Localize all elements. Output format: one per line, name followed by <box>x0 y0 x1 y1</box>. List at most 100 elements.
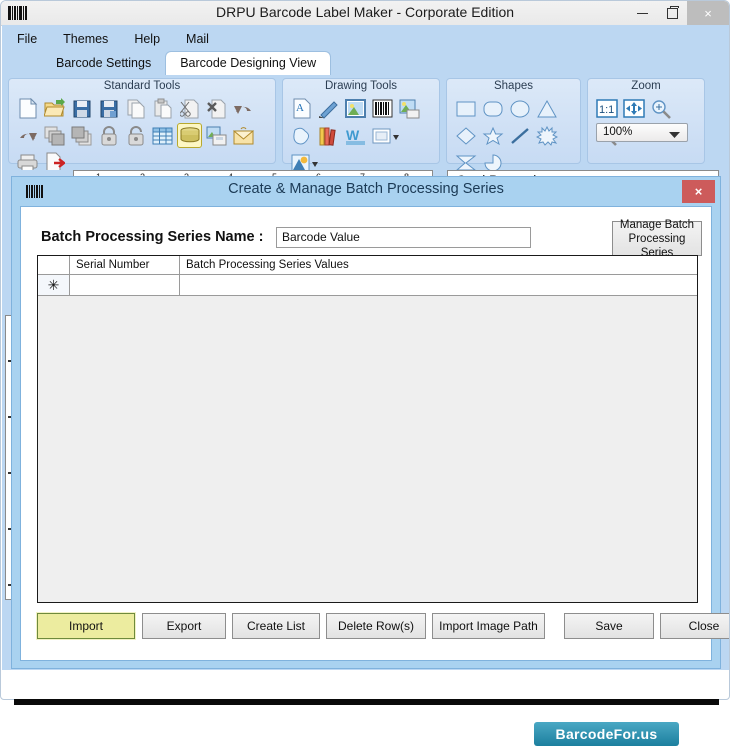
delete-rows-button[interactable]: Delete Row(s) <box>326 613 426 639</box>
fit-to-window-icon[interactable] <box>621 96 646 121</box>
group-title: Shapes <box>493 80 533 92</box>
burst-icon[interactable] <box>534 123 559 148</box>
table-row[interactable]: ✳ <box>38 275 697 296</box>
group-title: Zoom <box>631 80 661 92</box>
dialog-titlebar: Create & Manage Batch Processing Series … <box>12 177 720 206</box>
tab-barcode-designing-view[interactable]: Barcode Designing View <box>165 51 332 75</box>
barcode-tool-icon[interactable] <box>370 96 395 121</box>
undo-icon[interactable] <box>231 96 256 121</box>
minimize-button[interactable] <box>627 1 657 25</box>
tab-barcode-settings[interactable]: Barcode Settings <box>42 52 165 75</box>
save-button[interactable]: Save <box>564 613 654 639</box>
triangle-icon[interactable] <box>534 96 559 121</box>
menubar: File Themes Help Mail <box>12 28 214 50</box>
cell-series-value[interactable] <box>180 275 697 295</box>
cut-icon[interactable] <box>177 96 202 121</box>
window-title: DRPU Barcode Label Maker - Corporate Edi… <box>215 4 515 20</box>
picture-tool-icon[interactable] <box>343 96 368 121</box>
lock-icon[interactable] <box>96 123 121 148</box>
cell-serial-number[interactable] <box>70 275 180 295</box>
series-name-input[interactable]: Barcode Value <box>276 227 531 248</box>
svg-text:W: W <box>346 127 360 143</box>
chevron-down-icon <box>669 128 680 145</box>
save-icon[interactable] <box>69 96 94 121</box>
watermark-icon[interactable] <box>397 96 422 121</box>
unlock-icon[interactable] <box>123 123 148 148</box>
delete-icon[interactable] <box>204 96 229 121</box>
batch-series-icon[interactable] <box>177 123 202 148</box>
grid-header-selector <box>38 256 70 274</box>
zoom-level-value: 100% <box>603 126 633 138</box>
dialog-title: Create & Manage Batch Processing Series <box>228 181 504 197</box>
group-icons <box>452 95 575 176</box>
table-grid-icon[interactable] <box>150 123 175 148</box>
new-document-icon[interactable] <box>15 96 40 121</box>
grid-header-series-values: Batch Processing Series Values <box>180 256 697 274</box>
window-shadow <box>14 699 719 705</box>
group-title: Standard Tools <box>103 80 181 92</box>
export-image-icon[interactable] <box>204 123 229 148</box>
grid-header-row: Serial Number Batch Processing Series Va… <box>38 256 697 275</box>
save-as-icon[interactable] <box>96 96 121 121</box>
menu-and-tabs-band: File Themes Help Mail Barcode Settings B… <box>2 25 729 173</box>
signature-tool-icon[interactable] <box>316 96 341 121</box>
frame-dropdown-icon[interactable] <box>370 123 402 148</box>
menu-item-file[interactable]: File <box>12 30 42 48</box>
dialog-close-button[interactable]: × <box>682 180 715 203</box>
rounded-rectangle-icon[interactable] <box>480 96 505 121</box>
email-icon[interactable] <box>231 123 256 148</box>
menu-item-mail[interactable]: Mail <box>181 30 214 48</box>
paste-icon[interactable] <box>150 96 175 121</box>
close-button[interactable]: Close <box>660 613 729 639</box>
redo-icon[interactable] <box>15 123 40 148</box>
manage-button-line1: Manage Batch <box>619 218 695 231</box>
batch-processing-dialog: Create & Manage Batch Processing Series … <box>11 176 729 669</box>
svg-text:A: A <box>296 102 304 114</box>
dialog-button-row: Import Export Create List Delete Row(s) … <box>36 612 729 641</box>
ellipse-icon[interactable] <box>507 96 532 121</box>
actual-size-icon[interactable]: 1:1 <box>594 96 619 121</box>
rectangle-icon[interactable] <box>453 96 478 121</box>
ribbon-group-zoom: Zoom 1:1 100% <box>587 78 705 164</box>
watermark-badge: BarcodeFor.us <box>534 722 679 746</box>
zoom-in-icon[interactable] <box>648 96 673 121</box>
menu-item-help[interactable]: Help <box>129 30 165 48</box>
ribbon-group-drawing-tools: Drawing Tools A W <box>282 78 440 171</box>
create-list-button[interactable]: Create List <box>232 613 320 639</box>
tab-strip: Barcode Settings Barcode Designing View <box>42 51 332 75</box>
open-folder-icon[interactable] <box>42 96 67 121</box>
window-controls: × <box>627 1 729 25</box>
window-titlebar: DRPU Barcode Label Maker - Corporate Edi… <box>1 1 729 26</box>
batch-series-grid[interactable]: Serial Number Batch Processing Series Va… <box>37 255 698 603</box>
zoom-level-select[interactable]: 100% <box>596 123 688 142</box>
new-row-marker: ✳ <box>38 275 70 295</box>
diamond-icon[interactable] <box>453 123 478 148</box>
group-title: Drawing Tools <box>324 80 397 92</box>
import-image-path-button[interactable]: Import Image Path <box>432 613 545 639</box>
series-name-value: Barcode Value <box>282 230 360 244</box>
series-name-label: Batch Processing Series Name : <box>41 229 264 245</box>
import-button[interactable]: Import <box>36 612 136 640</box>
line-icon[interactable] <box>507 123 532 148</box>
library-icon[interactable] <box>316 123 341 148</box>
manage-batch-processing-series-button[interactable]: Manage Batch Processing Series <box>612 218 702 259</box>
menu-item-themes[interactable]: Themes <box>58 30 113 48</box>
main-window: DRPU Barcode Label Maker - Corporate Edi… <box>0 0 730 700</box>
star-icon[interactable] <box>480 123 505 148</box>
group-icons <box>14 95 270 176</box>
group-icons: A W <box>288 95 434 176</box>
svg-text:1:1: 1:1 <box>599 104 614 116</box>
text-tool-icon[interactable]: A <box>289 96 314 121</box>
bring-to-front-icon[interactable] <box>42 123 67 148</box>
watermark-text-icon[interactable]: W <box>343 123 368 148</box>
send-to-back-icon[interactable] <box>69 123 94 148</box>
restore-button[interactable] <box>657 1 687 25</box>
ribbon-group-standard-tools: Standard Tools <box>8 78 276 173</box>
application-root: DRPU Barcode Label Maker - Corporate Edi… <box>0 0 730 751</box>
ribbon-toolbar: Standard Tools Drawing Tools A W Shapes … <box>8 78 705 173</box>
close-button[interactable]: × <box>687 1 729 25</box>
export-button[interactable]: Export <box>142 613 226 639</box>
copy-icon[interactable] <box>123 96 148 121</box>
shape-tool-icon[interactable] <box>289 123 314 148</box>
grid-header-serial-number: Serial Number <box>70 256 180 274</box>
